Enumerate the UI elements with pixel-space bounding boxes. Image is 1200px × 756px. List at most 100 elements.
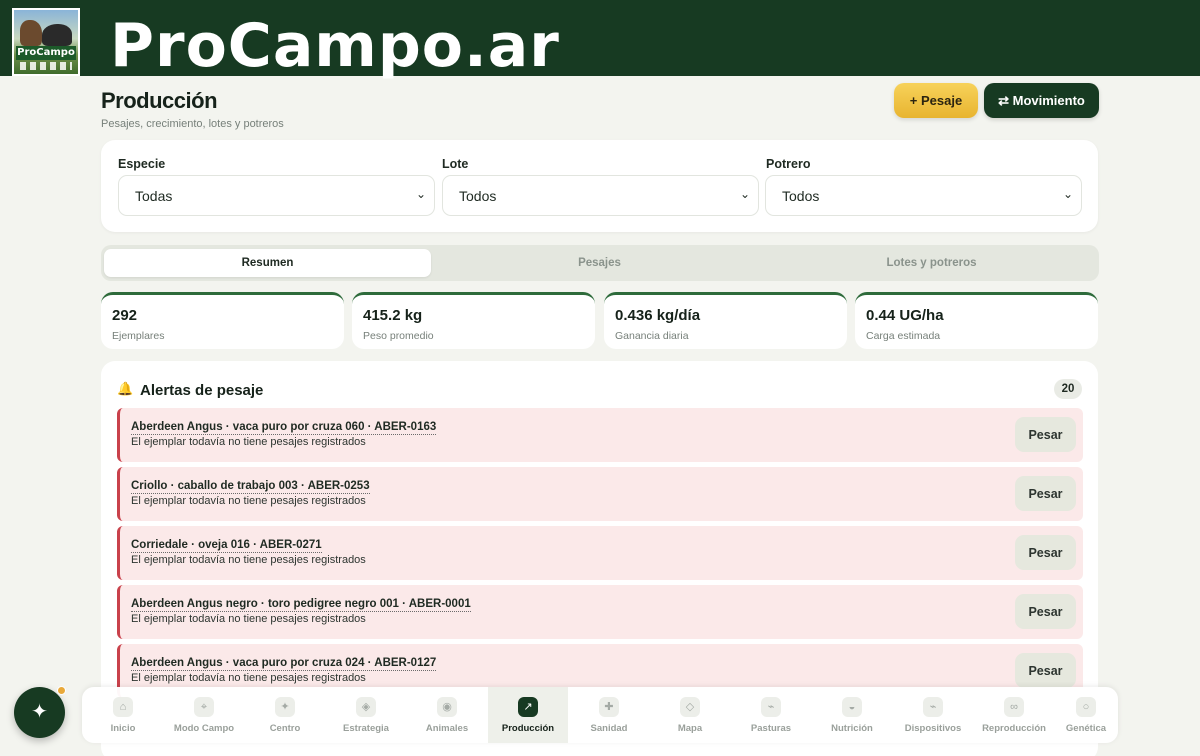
nav-item-sanidad[interactable]: ✚ Sanidad — [569, 687, 649, 743]
nav-label: Nutrición — [831, 723, 873, 734]
nav-label: Producción — [501, 723, 555, 734]
filter-label-especie: Especie — [118, 157, 166, 171]
nav-item-mapa[interactable]: ◇ Mapa — [650, 687, 730, 743]
logo-animal-icons — [20, 62, 72, 70]
procampo-logo[interactable]: ProCampo — [12, 8, 80, 76]
infinity-icon: ∞ — [1004, 697, 1024, 717]
home-icon: ⌂ — [113, 697, 133, 717]
nav-label: Inicio — [110, 723, 136, 734]
nav-label: Centro — [269, 723, 301, 734]
chevron-down-icon: ⌄ — [739, 187, 750, 201]
filter-label-lote: Lote — [442, 157, 469, 171]
stat-ejemplares: 292 Ejemplares — [101, 292, 344, 349]
stat-label: Ganancia diaria — [615, 330, 689, 342]
potrero-select-value: Todos — [782, 188, 820, 204]
page-title: Producción — [101, 88, 218, 113]
alerts-title: Alertas de pesaje — [140, 382, 264, 399]
nav-item-dispositivos[interactable]: ⌁ Dispositivos — [893, 687, 973, 743]
stat-value: 292 — [112, 307, 138, 324]
bowl-icon: ◒ — [842, 697, 862, 717]
pesar-button[interactable]: Pesar — [1015, 417, 1076, 452]
alert-item: Aberdeen Angus · vaca puro por cruza 060… — [117, 408, 1083, 462]
nav-label: Animales — [425, 723, 469, 734]
nav-item-genetica[interactable]: ○ Genética — [1054, 687, 1118, 743]
add-pesaje-button[interactable]: + Pesaje — [894, 83, 978, 118]
target-icon: ⌖ — [194, 697, 214, 717]
alert-message: El ejemplar todavía no tiene pesajes reg… — [131, 436, 366, 448]
circle-icon: ◉ — [437, 697, 457, 717]
chevron-down-icon: ⌄ — [1062, 187, 1073, 201]
dna-icon: ○ — [1076, 697, 1096, 717]
map-icon: ◇ — [680, 697, 700, 717]
nav-item-pasturas[interactable]: ⌁ Pasturas — [731, 687, 811, 743]
alert-animal-link[interactable]: Aberdeen Angus · vaca puro por cruza 024… — [131, 657, 437, 671]
alerts-count-badge: 20 — [1054, 379, 1082, 399]
nav-item-centro[interactable]: ✦ Centro — [245, 687, 325, 743]
brand-name: ProCampo.ar — [110, 11, 560, 81]
alert-item: Criollo · caballo de trabajo 003 · ABER-… — [117, 467, 1083, 521]
movimiento-button[interactable]: ⇄ Movimiento — [984, 83, 1099, 118]
tab-pesajes[interactable]: Pesajes — [436, 249, 763, 277]
tab-resumen[interactable]: Resumen — [104, 249, 431, 277]
stat-value: 0.44 UG/ha — [866, 307, 944, 324]
nav-label: Sanidad — [590, 723, 628, 734]
top-bar: ProCampo ProCampo.ar — [0, 0, 1200, 81]
nav-label: Mapa — [677, 723, 703, 734]
tab-lotes-potreros[interactable]: Lotes y potreros — [768, 249, 1095, 277]
alert-item: Aberdeen Angus negro · toro pedigree neg… — [117, 585, 1083, 639]
pesar-button[interactable]: Pesar — [1015, 476, 1076, 511]
bottom-nav: ⌂ Inicio ⌖ Modo Campo ✦ Centro ◈ Estrate… — [82, 687, 1118, 743]
stat-peso-promedio: 415.2 kg Peso promedio — [352, 292, 595, 349]
chevron-down-icon: ⌄ — [415, 187, 426, 201]
lote-select-value: Todos — [459, 188, 497, 204]
logo-label: ProCampo — [16, 46, 76, 60]
alert-message: El ejemplar todavía no tiene pesajes reg… — [131, 672, 366, 684]
nav-item-modo-campo[interactable]: ⌖ Modo Campo — [164, 687, 244, 743]
stat-label: Ejemplares — [112, 330, 165, 342]
nav-label: Dispositivos — [904, 723, 962, 734]
alert-message: El ejemplar todavía no tiene pesajes reg… — [131, 554, 366, 566]
nav-item-animales[interactable]: ◉ Animales — [407, 687, 487, 743]
alert-animal-link[interactable]: Aberdeen Angus · vaca puro por cruza 060… — [131, 421, 437, 435]
nav-item-reproduccion[interactable]: ∞ Reproducción — [974, 687, 1054, 743]
nav-label: Modo Campo — [173, 723, 235, 734]
alert-item: Corriedale · oveja 016 · ABER-0271 El ej… — [117, 526, 1083, 580]
nav-label: Estrategia — [343, 723, 389, 734]
stat-label: Peso promedio — [363, 330, 434, 342]
signal-icon: ⌁ — [923, 697, 943, 717]
nav-item-nutricion[interactable]: ◒ Nutrición — [812, 687, 892, 743]
filter-label-potrero: Potrero — [766, 157, 811, 171]
nav-item-produccion[interactable]: ↗ Producción — [488, 687, 568, 743]
horse-image — [20, 20, 42, 46]
nav-label: Genética — [1065, 723, 1107, 734]
potrero-select[interactable]: Todos ⌄ — [765, 175, 1082, 216]
pesar-button[interactable]: Pesar — [1015, 653, 1076, 688]
grass-icon: ⌁ — [761, 697, 781, 717]
especie-select[interactable]: Todas ⌄ — [118, 175, 435, 216]
trend-arrow-icon: ↗ — [518, 697, 538, 717]
sparkle-icon: ✦ — [275, 697, 295, 717]
assistant-button[interactable]: ✦ — [14, 687, 65, 738]
pesar-button[interactable]: Pesar — [1015, 535, 1076, 570]
cross-icon: ✚ — [599, 697, 619, 717]
cow-image — [42, 24, 72, 46]
alert-animal-link[interactable]: Aberdeen Angus negro · toro pedigree neg… — [131, 598, 471, 612]
alert-animal-link[interactable]: Criollo · caballo de trabajo 003 · ABER-… — [131, 480, 370, 494]
alert-animal-link[interactable]: Corriedale · oveja 016 · ABER-0271 — [131, 539, 322, 553]
diamond-icon: ◈ — [356, 697, 376, 717]
stat-value: 415.2 kg — [363, 307, 423, 324]
stat-ganancia-diaria: 0.436 kg/día Ganancia diaria — [604, 292, 847, 349]
production-tabs: Resumen Pesajes Lotes y potreros — [101, 245, 1099, 281]
especie-select-value: Todas — [135, 188, 173, 204]
page-subtitle: Pesajes, crecimiento, lotes y potreros — [101, 118, 284, 130]
nav-item-inicio[interactable]: ⌂ Inicio — [83, 687, 163, 743]
alert-message: El ejemplar todavía no tiene pesajes reg… — [131, 495, 366, 507]
filters-card: Especie Todas ⌄ Lote Todos ⌄ Potrero Tod… — [101, 140, 1098, 232]
stat-value: 0.436 kg/día — [615, 307, 701, 324]
notification-dot — [57, 686, 66, 695]
pesar-button[interactable]: Pesar — [1015, 594, 1076, 629]
nav-item-estrategia[interactable]: ◈ Estrategia — [326, 687, 406, 743]
stat-carga-estimada: 0.44 UG/ha Carga estimada — [855, 292, 1098, 349]
lote-select[interactable]: Todos ⌄ — [442, 175, 759, 216]
stat-label: Carga estimada — [866, 330, 941, 342]
